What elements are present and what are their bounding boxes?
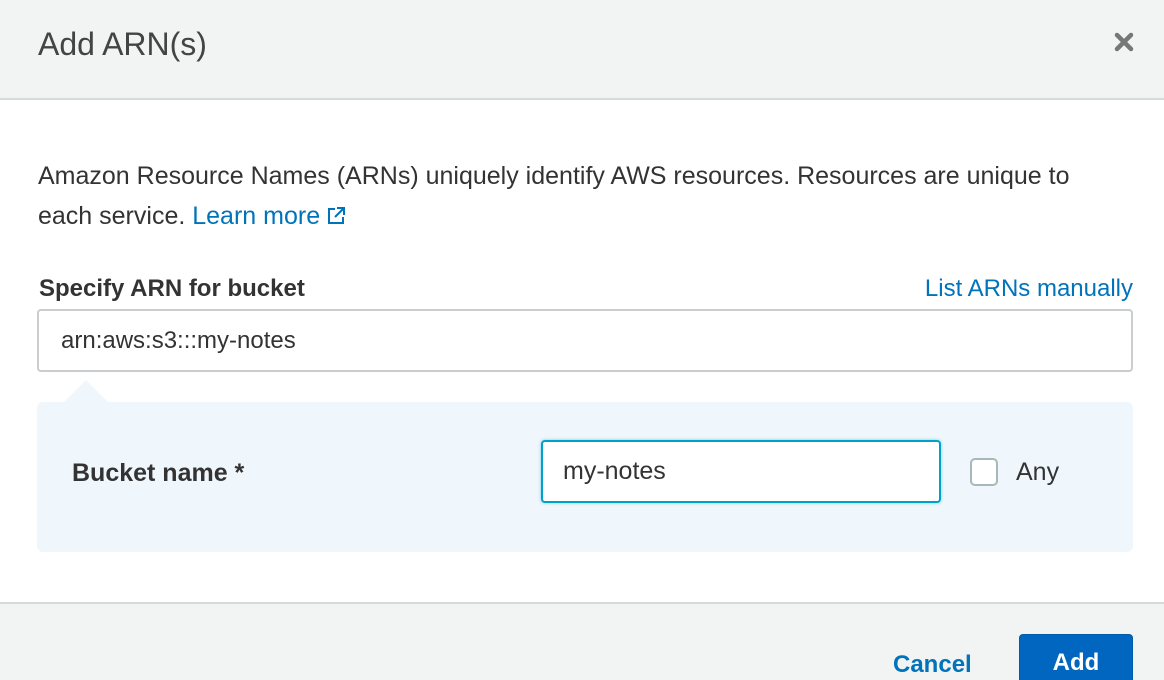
builder-panel-caret — [62, 380, 110, 404]
dialog-footer — [0, 602, 1164, 680]
cancel-button[interactable]: Cancel — [893, 650, 972, 680]
any-checkbox-label: Any — [1016, 458, 1060, 486]
bucket-name-label: Bucket name * — [72, 459, 245, 487]
close-icon[interactable] — [1112, 30, 1136, 54]
list-arns-manually-link[interactable]: List ARNs manually — [925, 274, 1133, 304]
dialog-description: Amazon Resource Names (ARNs) uniquely id… — [38, 156, 1128, 238]
external-link-icon — [326, 198, 346, 238]
learn-more-link[interactable]: Learn more — [192, 202, 346, 230]
arn-field-label: Specify ARN for bucket — [39, 275, 305, 302]
arn-input[interactable] — [37, 309, 1133, 372]
bucket-name-input[interactable] — [541, 440, 941, 503]
learn-more-label: Learn more — [192, 202, 321, 230]
dialog-header: Add ARN(s) — [0, 0, 1164, 100]
add-button[interactable]: Add — [1019, 634, 1133, 680]
any-checkbox[interactable] — [970, 458, 998, 486]
add-arn-dialog: Add ARN(s) Amazon Resource Names (ARNs) … — [0, 0, 1164, 680]
dialog-title: Add ARN(s) — [38, 26, 207, 62]
